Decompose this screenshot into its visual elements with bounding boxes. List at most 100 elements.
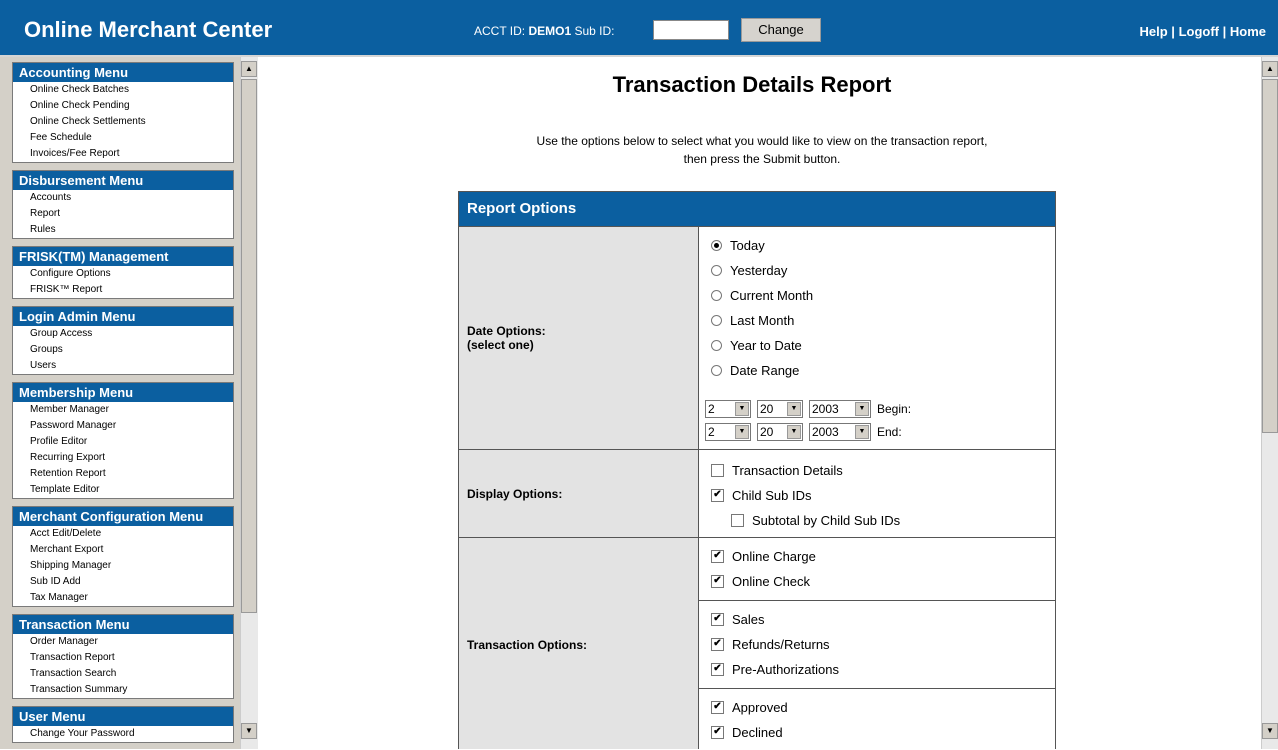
end-month-select[interactable]: 2 ▼ bbox=[705, 422, 751, 441]
sidebar-item-tax-manager[interactable]: Tax Manager bbox=[13, 590, 233, 606]
radio-button[interactable] bbox=[711, 315, 722, 327]
display-option-child-sub-ids[interactable]: ✔ Child Sub IDs bbox=[699, 483, 1055, 508]
checkbox[interactable] bbox=[731, 514, 744, 528]
acct-id-label: ACCT ID: bbox=[474, 24, 526, 38]
checkbox[interactable]: ✔ bbox=[711, 550, 724, 564]
begin-month-select[interactable]: 2 ▼ bbox=[705, 399, 751, 418]
sidebar-menu-list: Accounting Menu Online Check Batches Onl… bbox=[12, 62, 234, 750]
sidebar-item-group-access[interactable]: Group Access bbox=[13, 326, 233, 342]
instructions: Use the options below to select what you… bbox=[462, 132, 1062, 168]
payment-type-group: ✔ Online Charge ✔ Online Check bbox=[699, 538, 1055, 600]
end-day-select[interactable]: 20 ▼ bbox=[757, 422, 803, 441]
transaction-menu: Transaction Menu Order Manager Transacti… bbox=[12, 614, 234, 699]
separator: | bbox=[1171, 24, 1175, 39]
display-option-transaction-details[interactable]: Transaction Details bbox=[699, 458, 1055, 483]
sidebar-item-report[interactable]: Report bbox=[13, 206, 233, 222]
sidebar-item-shipping-manager[interactable]: Shipping Manager bbox=[13, 558, 233, 574]
user-menu: User Menu Change Your Password bbox=[12, 706, 234, 743]
sidebar-item-online-check-settlements[interactable]: Online Check Settlements bbox=[13, 114, 233, 130]
scroll-down-arrow-icon[interactable]: ▼ bbox=[1262, 723, 1278, 739]
option-online-check[interactable]: ✔ Online Check bbox=[699, 569, 1055, 594]
option-refunds-returns[interactable]: ✔ Refunds/Returns bbox=[699, 632, 1055, 657]
sub-id-input[interactable] bbox=[653, 20, 729, 40]
sidebar-item-recurring-export[interactable]: Recurring Export bbox=[13, 450, 233, 466]
option-approved[interactable]: ✔ Approved bbox=[699, 695, 1055, 720]
chevron-down-icon: ▼ bbox=[735, 424, 749, 439]
menu-header: Membership Menu bbox=[13, 383, 233, 402]
transaction-options-body: ✔ Online Charge ✔ Online Check ✔ Sales ✔ Ref… bbox=[699, 538, 1055, 749]
date-option-today[interactable]: Today bbox=[699, 233, 1055, 258]
home-link[interactable]: Home bbox=[1230, 24, 1266, 39]
accounting-menu: Accounting Menu Online Check Batches Onl… bbox=[12, 62, 234, 163]
checkbox[interactable]: ✔ bbox=[711, 663, 724, 677]
scroll-thumb[interactable] bbox=[1262, 79, 1278, 433]
radio-button[interactable] bbox=[711, 290, 722, 302]
option-label: Current Month bbox=[730, 288, 814, 303]
end-year-select[interactable]: 2003 ▼ bbox=[809, 422, 871, 441]
radio-button[interactable] bbox=[711, 240, 722, 252]
date-option-current-month[interactable]: Current Month bbox=[699, 283, 1055, 308]
sidebar-item-online-check-batches[interactable]: Online Check Batches bbox=[13, 82, 233, 98]
app-title: Online Merchant Center bbox=[24, 17, 273, 42]
radio-button[interactable] bbox=[711, 265, 722, 277]
chevron-down-icon: ▼ bbox=[787, 424, 801, 439]
sidebar-item-invoices-fee-report[interactable]: Invoices/Fee Report bbox=[13, 146, 233, 162]
change-button[interactable]: Change bbox=[741, 18, 821, 42]
sidebar-item-order-manager[interactable]: Order Manager bbox=[13, 634, 233, 650]
sidebar-item-retention-report[interactable]: Retention Report bbox=[13, 466, 233, 482]
instructions-line: then press the Submit button. bbox=[683, 152, 841, 166]
date-option-yesterday[interactable]: Yesterday bbox=[699, 258, 1055, 283]
sidebar-item-profile-editor[interactable]: Profile Editor bbox=[13, 434, 233, 450]
checkbox[interactable]: ✔ bbox=[711, 575, 724, 589]
begin-year-select[interactable]: 2003 ▼ bbox=[809, 399, 871, 418]
sidebar-item-sub-id-add[interactable]: Sub ID Add bbox=[13, 574, 233, 590]
checkbox[interactable]: ✔ bbox=[711, 701, 724, 715]
help-link[interactable]: Help bbox=[1140, 24, 1168, 39]
option-online-charge[interactable]: ✔ Online Charge bbox=[699, 544, 1055, 569]
sidebar-item-member-manager[interactable]: Member Manager bbox=[13, 402, 233, 418]
date-option-date-range[interactable]: Date Range bbox=[699, 358, 1055, 383]
option-label: Child Sub IDs bbox=[732, 488, 812, 503]
sidebar-item-acct-edit-delete[interactable]: Acct Edit/Delete bbox=[13, 526, 233, 542]
sidebar-item-groups[interactable]: Groups bbox=[13, 342, 233, 358]
sidebar-item-password-manager[interactable]: Password Manager bbox=[13, 418, 233, 434]
checkbox[interactable]: ✔ bbox=[711, 489, 724, 503]
scroll-up-arrow-icon[interactable]: ▲ bbox=[1262, 61, 1278, 77]
logoff-link[interactable]: Logoff bbox=[1179, 24, 1219, 39]
display-option-subtotal-child-sub-ids[interactable]: Subtotal by Child Sub IDs bbox=[699, 508, 1055, 533]
sidebar-item-transaction-search[interactable]: Transaction Search bbox=[13, 666, 233, 682]
sidebar-item-transaction-report[interactable]: Transaction Report bbox=[13, 650, 233, 666]
radio-button[interactable] bbox=[711, 340, 722, 352]
checkbox[interactable]: ✔ bbox=[711, 638, 724, 652]
begin-day-select[interactable]: 20 ▼ bbox=[757, 399, 803, 418]
menu-header: Login Admin Menu bbox=[13, 307, 233, 326]
sidebar-item-transaction-summary[interactable]: Transaction Summary bbox=[13, 682, 233, 698]
sidebar-item-change-password[interactable]: Change Your Password bbox=[13, 726, 233, 742]
sidebar-item-online-check-pending[interactable]: Online Check Pending bbox=[13, 98, 233, 114]
sidebar-item-configure-options[interactable]: Configure Options bbox=[13, 266, 233, 282]
page-title: Transaction Details Report bbox=[612, 72, 892, 97]
sidebar-item-rules[interactable]: Rules bbox=[13, 222, 233, 238]
sidebar-item-frisk-report[interactable]: FRISK™ Report bbox=[13, 282, 233, 298]
scroll-down-arrow-icon[interactable]: ▼ bbox=[241, 723, 257, 739]
sidebar-item-fee-schedule[interactable]: Fee Schedule bbox=[13, 130, 233, 146]
date-option-last-month[interactable]: Last Month bbox=[699, 308, 1055, 333]
sidebar-scrollbar[interactable]: ▲ ▼ bbox=[240, 57, 258, 749]
scroll-up-arrow-icon[interactable]: ▲ bbox=[241, 61, 257, 77]
chevron-down-icon: ▼ bbox=[787, 401, 801, 416]
radio-button[interactable] bbox=[711, 365, 722, 377]
option-declined[interactable]: ✔ Declined bbox=[699, 720, 1055, 745]
scroll-thumb[interactable] bbox=[241, 79, 257, 613]
checkbox[interactable] bbox=[711, 464, 724, 478]
option-pre-authorizations[interactable]: ✔ Pre-Authorizations bbox=[699, 657, 1055, 682]
sidebar-item-template-editor[interactable]: Template Editor bbox=[13, 482, 233, 498]
sidebar-item-merchant-export[interactable]: Merchant Export bbox=[13, 542, 233, 558]
sidebar-item-users[interactable]: Users bbox=[13, 358, 233, 374]
checkbox[interactable]: ✔ bbox=[711, 613, 724, 627]
date-options-body: Today Yesterday Current Month Last Month… bbox=[699, 227, 1055, 449]
option-sales[interactable]: ✔ Sales bbox=[699, 607, 1055, 632]
checkbox[interactable]: ✔ bbox=[711, 726, 724, 740]
date-option-year-to-date[interactable]: Year to Date bbox=[699, 333, 1055, 358]
sidebar-item-accounts[interactable]: Accounts bbox=[13, 190, 233, 206]
main-scrollbar[interactable]: ▲ ▼ bbox=[1261, 57, 1278, 749]
